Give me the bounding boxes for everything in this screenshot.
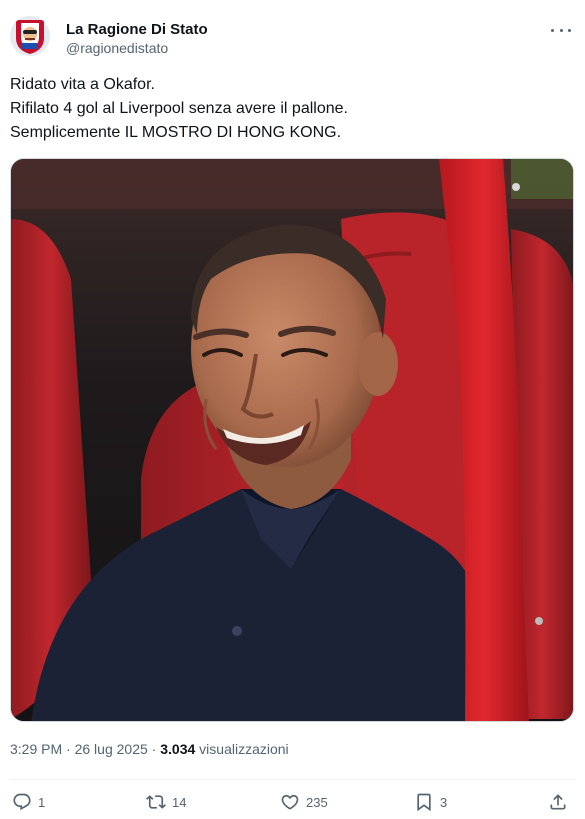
like-count: 235 bbox=[306, 794, 328, 810]
avatar[interactable] bbox=[10, 16, 50, 56]
divider bbox=[10, 779, 575, 780]
share-button[interactable] bbox=[548, 790, 568, 814]
meta-separator: · bbox=[151, 741, 157, 757]
tweet-line: Ridato vita a Okafor. bbox=[10, 76, 155, 93]
tweet-time[interactable]: 3:29 PM bbox=[10, 741, 62, 757]
views-count: 3.034 bbox=[160, 741, 196, 757]
like-icon bbox=[281, 794, 299, 810]
photo-image bbox=[11, 159, 573, 721]
tweet-line: Rifilato 4 gol al Liverpool senza avere … bbox=[10, 100, 348, 117]
reply-icon bbox=[13, 793, 31, 811]
share-icon bbox=[550, 794, 566, 810]
bookmark-button[interactable]: 3 bbox=[414, 790, 447, 814]
tweet-meta: 3:29 PM · 26 lug 2025 · 3.034 visualizza… bbox=[10, 740, 289, 758]
meta-separator: · bbox=[66, 741, 71, 757]
tweet-line: Semplicemente IL MOSTRO DI HONG KONG. bbox=[10, 124, 342, 141]
tweet-date[interactable]: 26 lug 2025 bbox=[75, 741, 148, 757]
bookmark-count: 3 bbox=[440, 794, 448, 810]
reply-button[interactable]: 1 bbox=[12, 790, 45, 814]
views-label: visualizzazioni bbox=[199, 741, 289, 757]
retweet-button[interactable]: 14 bbox=[146, 790, 186, 814]
author-info[interactable]: La Ragione Di Stato @ragionedistato bbox=[66, 20, 208, 58]
display-name[interactable]: La Ragione Di Stato bbox=[66, 20, 208, 39]
bookmark-icon bbox=[417, 793, 431, 812]
tweet-header: La Ragione Di Stato @ragionedistato bbox=[10, 16, 575, 62]
action-bar: 1 14 235 3 bbox=[10, 790, 575, 814]
handle[interactable]: @ragionedistato bbox=[66, 39, 208, 58]
retweet-count: 14 bbox=[172, 794, 187, 810]
reply-count: 1 bbox=[38, 794, 46, 810]
tweet-text: Ridato vita a Okafor. Rifilato 4 gol al … bbox=[10, 73, 570, 145]
retweet-icon bbox=[146, 795, 166, 809]
more-icon[interactable] bbox=[551, 22, 571, 38]
like-button[interactable]: 235 bbox=[280, 790, 328, 814]
tweet-photo[interactable] bbox=[10, 158, 574, 722]
